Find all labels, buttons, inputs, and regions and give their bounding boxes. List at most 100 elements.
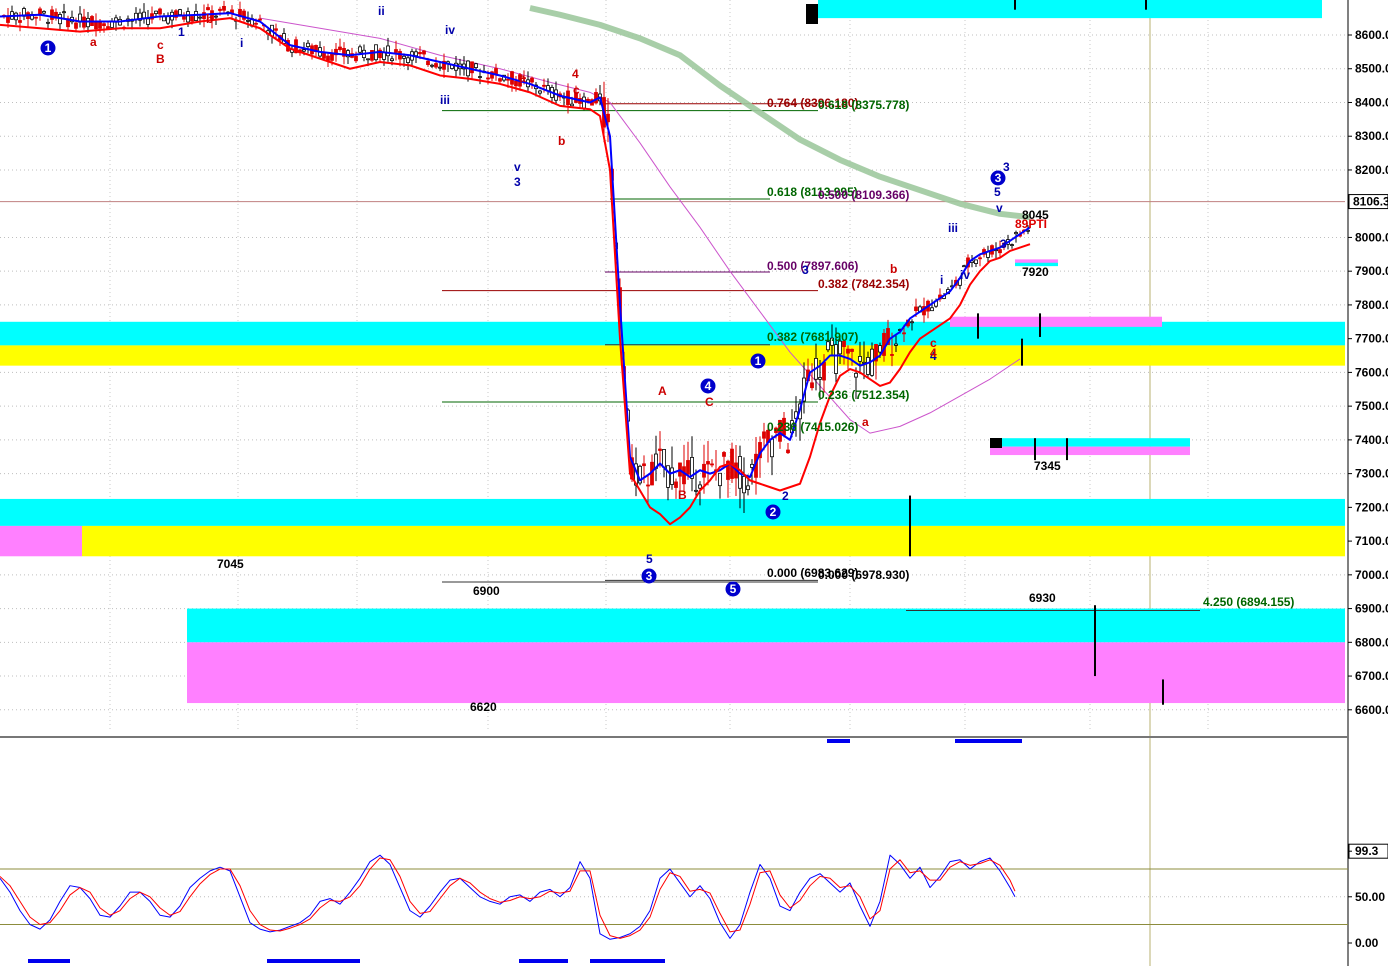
candle-body [698,484,702,489]
candle-body [338,46,342,50]
wave-label-red: c [573,83,580,97]
candle-body [326,55,330,61]
candle-body [274,28,278,31]
wave-label-red: A [658,384,667,398]
level-label: 7920 [1022,265,1049,279]
axis-tick-label: 6800.00 [1355,635,1388,649]
candle-body [222,5,226,11]
chart-root: 0.764 (8396.180) 0.618 (8375.778) 0.618 (8… [0,0,1388,966]
axis-tick-label: 7200.00 [1355,500,1388,514]
zone-magenta-small-1 [990,446,1190,456]
candle-body [694,489,698,492]
wave-circle-text: 3 [646,569,653,583]
candle-body [914,306,918,312]
candle-body [74,22,78,29]
candle-body [494,68,498,75]
fib-label: 0.618 (8375.778) [818,98,909,112]
zone-cyan-small-2 [950,335,1030,343]
wave-label-blue: iii [948,221,958,235]
wave-label-blue: iv [960,268,970,282]
wave-circle-text: 1 [45,41,52,55]
axis-tick-label: 6600.00 [1355,703,1388,717]
candle-body [402,55,406,59]
candle-body [770,438,774,458]
wave-label-blue: 3 [802,263,809,277]
zone-magenta-bottom [187,642,1345,704]
wave-circle-label: 1 [750,353,766,369]
candle-body [426,60,430,66]
axis-tick-label: 7600.00 [1355,365,1388,379]
candle-body [746,485,750,490]
candle-body [662,449,666,468]
candle-body [846,348,850,354]
wave-label-blue: iii [440,93,450,107]
fib-label: 0.382 (7681.907) [767,330,858,344]
candle-body [142,11,146,19]
candle-body [414,51,418,57]
candle-body [902,332,906,335]
zone-yellow-low [82,525,1345,557]
candle-body [86,17,90,28]
candle-body [18,20,22,23]
axis-tick-label: 7800.00 [1355,298,1388,312]
wave-label-red: B [156,52,165,66]
candle-body [478,76,482,78]
wave-circle-label: 4 [700,378,716,394]
level-label: 6900 [473,584,500,598]
candle-body [670,467,674,485]
wave-label-blue: i [240,36,243,50]
wave-label-red: B [678,488,687,502]
candle-body [390,58,394,61]
level-label: 7045 [217,557,244,571]
wave-label-blue: i [940,273,943,287]
wave-label-blue: iv [445,23,455,37]
candle-body [718,472,722,487]
axis-tick-label: 7500.00 [1355,399,1388,413]
candle-body [658,448,662,451]
candle-body [354,55,358,62]
candle-body [62,11,66,14]
candle-body [102,23,106,26]
candle-body [470,61,474,74]
candle-body [542,84,546,87]
candle-body [722,452,726,457]
axis-tick-label: 8500.00 [1355,62,1388,76]
fib-label: 0.000 (6978.930) [818,568,909,582]
candle-body [710,463,714,466]
candle-body [742,475,746,494]
candle-body [538,90,542,94]
level-label: 6930 [1029,591,1056,605]
wave-circle-text: 2 [770,505,777,519]
candle-body [322,52,326,59]
candle-body [190,16,194,22]
candle-body [438,66,442,69]
candle-body [206,7,210,11]
candle-body [878,345,882,353]
candle-body [514,80,518,87]
candle-body [858,356,862,362]
candle-body [582,96,586,109]
wave-circle-text: 3 [995,171,1002,185]
wave-label-red: a [862,415,869,429]
wave-label-red: C [705,395,714,409]
zone-marker [990,438,1002,448]
axis-tick-label: 6900.00 [1355,602,1388,616]
candle-body [1010,244,1014,246]
wave-label-red: 4 [572,67,579,81]
candle-body [930,307,934,312]
candle-body [706,461,710,465]
candle-body [198,16,202,19]
wave-circle-label: 1 [40,40,56,56]
candle-body [422,50,426,55]
candle-body [186,11,190,23]
candle-body [398,51,402,60]
candle-body [962,265,966,268]
candle-body [762,431,766,439]
candle-body [382,51,386,60]
fib-label: 0.500 (7897.606) [767,259,858,273]
candle-body [498,78,502,82]
wave-label-red: a [519,71,526,85]
wave-label-blue: 3 [1003,160,1010,174]
price-oscillator-chart: 0.764 (8396.180)0.618 (8375.778)0.618 (8… [0,0,1388,966]
candle-body [506,78,510,81]
